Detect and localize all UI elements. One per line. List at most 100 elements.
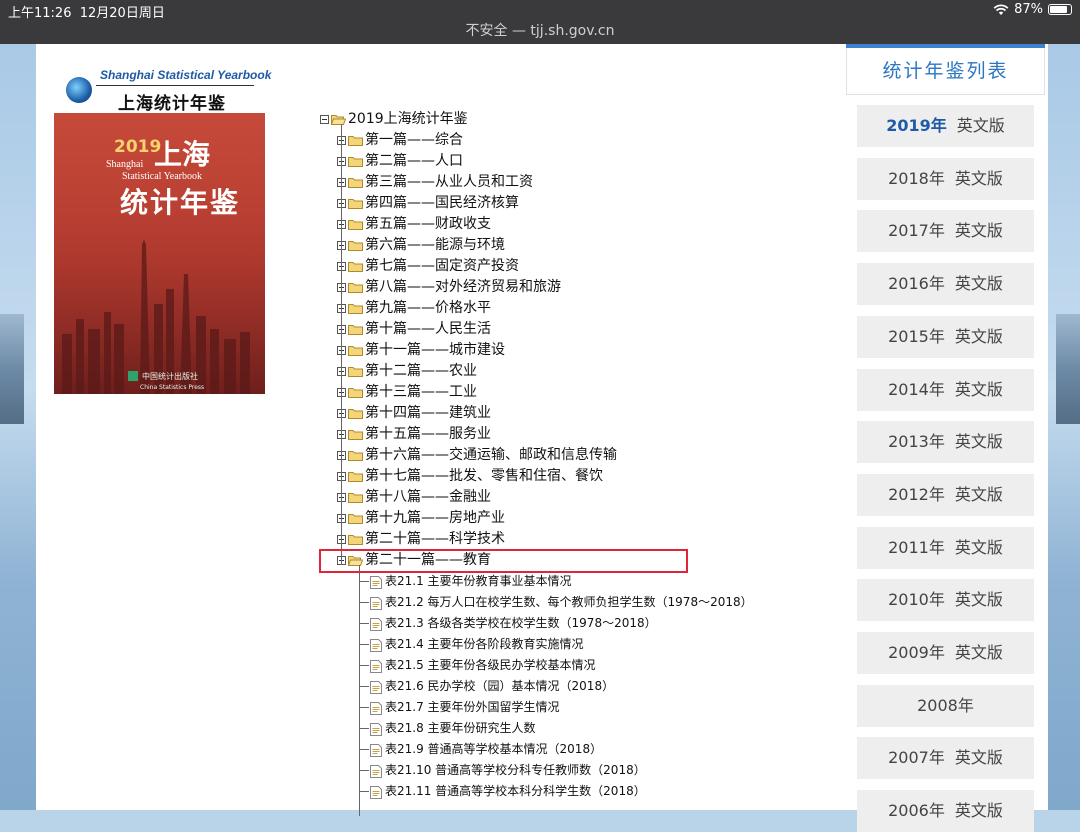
tree-table-item[interactable]: 表21.2 每万人口在校学生数、每个教师负担学生数（1978～2018） [370,592,753,613]
folder-closed-icon [348,156,363,167]
year-link[interactable]: 2011年 [888,538,945,557]
folder-closed-icon [348,513,363,524]
tree-item-label: 第六篇——能源与环境 [365,237,505,253]
year-item[interactable]: 2017年 英文版 [857,210,1034,253]
tree-item-label: 第十四篇——建筑业 [365,405,491,421]
year-link[interactable]: 2006年 [888,801,945,820]
year-item[interactable]: 2010年 英文版 [857,579,1034,622]
battery-percent: 87% [1014,2,1043,17]
tree-chapter[interactable]: 第一篇——综合 [337,130,463,151]
tree-chapter[interactable]: 第二十篇——科学技术 [337,529,505,550]
tree-item-label: 表21.9 普通高等学校基本情况（2018） [385,742,603,756]
tree-table-item[interactable]: 表21.6 民办学校（园）基本情况（2018） [370,676,614,697]
tree-item-label: 表21.4 主要年份各阶段教育实施情况 [385,637,584,651]
english-version-link[interactable]: 英文版 [955,485,1003,504]
tree-table-item[interactable]: 表21.11 普通高等学校本科分科学生数（2018） [370,781,646,802]
year-link[interactable]: 2008年 [917,696,974,715]
year-link[interactable]: 2014年 [888,380,945,399]
english-version-link[interactable]: 英文版 [957,116,1005,135]
document-icon [370,659,382,673]
tree-chapter[interactable]: 第十篇——人民生活 [337,319,491,340]
tree-chapter[interactable]: 第六篇——能源与环境 [337,235,505,256]
year-link[interactable]: 2013年 [888,432,945,451]
year-link[interactable]: 2012年 [888,485,945,504]
status-indicators: 87% [993,2,1072,17]
year-item[interactable]: 2011年 英文版 [857,526,1034,569]
cover-skyline-art [54,204,265,394]
tree-chapter[interactable]: 第七篇——固定资产投资 [337,256,519,277]
yearbook-cover-image[interactable]: 2019 上海 Shanghai Statistical Yearbook 统计… [54,113,265,394]
year-link[interactable]: 2009年 [888,643,945,662]
tree-chapter[interactable]: 第四篇——国民经济核算 [337,193,519,214]
english-version-link[interactable]: 英文版 [955,538,1003,557]
year-item[interactable]: 2006年 英文版 [857,790,1034,832]
year-link[interactable]: 2010年 [888,590,945,609]
document-icon [370,764,382,778]
tree-table-item[interactable]: 表21.7 主要年份外国留学生情况 [370,697,560,718]
year-item[interactable]: 2013年 英文版 [857,421,1034,464]
tree-root[interactable]: 2019上海统计年鉴 [320,109,468,130]
english-version-link[interactable]: 英文版 [955,590,1003,609]
collapse-toggle-icon[interactable] [320,115,329,124]
year-link[interactable]: 2019年 [886,116,947,135]
tree-chapter[interactable]: 第九篇——价格水平 [337,298,491,319]
tree-table-item[interactable]: 表21.3 各级各类学校在校学生数（1978～2018） [370,613,657,634]
english-version-link[interactable]: 英文版 [955,274,1003,293]
year-item[interactable]: 2016年 英文版 [857,263,1034,306]
year-link[interactable]: 2018年 [888,169,945,188]
tree-chapter[interactable]: 第三篇——从业人员和工资 [337,172,533,193]
tree-connector [341,124,342,565]
tree-table-item[interactable]: 表21.1 主要年份教育事业基本情况 [370,571,572,592]
english-version-link[interactable]: 英文版 [955,169,1003,188]
tree-chapter[interactable]: 第十三篇——工业 [337,382,477,403]
tree-item-label: 第二篇——人口 [365,153,463,169]
year-item[interactable]: 2007年 英文版 [857,737,1034,780]
folder-closed-icon [348,450,363,461]
tree-chapter[interactable]: 第五篇——财政收支 [337,214,491,235]
tree-table-item[interactable]: 表21.4 主要年份各阶段教育实施情况 [370,634,584,655]
year-item[interactable]: 2018年 英文版 [857,157,1034,200]
year-item[interactable]: 2019年 英文版 [857,105,1034,147]
tree-chapter[interactable]: 第十一篇——城市建设 [337,340,505,361]
tree-chapter[interactable]: 第二篇——人口 [337,151,463,172]
tree-chapter[interactable]: 第十九篇——房地产业 [337,508,505,529]
tree-table-item[interactable]: 表21.8 主要年份研究生人数 [370,718,536,739]
year-link[interactable]: 2017年 [888,221,945,240]
battery-icon [1048,4,1072,15]
english-version-link[interactable]: 英文版 [955,327,1003,346]
english-version-link[interactable]: 英文版 [955,432,1003,451]
year-item[interactable]: 2014年 英文版 [857,368,1034,411]
url-bar[interactable]: 不安全 — tjj.sh.gov.cn [0,20,1080,40]
tree-chapter[interactable]: 第十七篇——批发、零售和住宿、餐饮 [337,466,603,487]
tree-item-label: 表21.8 主要年份研究生人数 [385,721,536,735]
year-item[interactable]: 2012年 英文版 [857,473,1034,516]
tree-table-item[interactable]: 表21.5 主要年份各级民办学校基本情况 [370,655,596,676]
tree-chapter[interactable]: 第八篇——对外经济贸易和旅游 [337,277,561,298]
english-version-link[interactable]: 英文版 [955,643,1003,662]
year-item[interactable]: 2015年 英文版 [857,315,1034,358]
tree-chapter[interactable]: 第十四篇——建筑业 [337,403,491,424]
english-version-link[interactable]: 英文版 [955,801,1003,820]
year-item[interactable]: 2008年 [857,684,1034,727]
tree-chapter[interactable]: 第十六篇——交通运输、邮政和信息传输 [337,445,617,466]
brand-english-title: Shanghai Statistical Yearbook [100,68,272,82]
folder-closed-icon [348,366,363,377]
tree-item-label: 第十三篇——工业 [365,384,477,400]
english-version-link[interactable]: 英文版 [955,221,1003,240]
tree-chapter[interactable]: 第十二篇——农业 [337,361,477,382]
year-link[interactable]: 2016年 [888,274,945,293]
year-link[interactable]: 2015年 [888,327,945,346]
tree-chapter[interactable]: 第十五篇——服务业 [337,424,491,445]
wifi-icon [993,4,1009,15]
tree-table-item[interactable]: 表21.9 普通高等学校基本情况（2018） [370,739,602,760]
english-version-link[interactable]: 英文版 [955,380,1003,399]
english-version-link[interactable]: 英文版 [955,748,1003,767]
tree-chapter[interactable]: 第十八篇——金融业 [337,487,491,508]
tree-table-item[interactable]: 表21.10 普通高等学校分科专任教师数（2018） [370,760,646,781]
tree-item-label: 第十八篇——金融业 [365,489,491,505]
tree-connector [359,644,369,645]
yearbook-list-panel: 统计年鉴列表 2019年 英文版 2018年 英文版 2017年 英文版 2016年 英文版 2… [846,44,1045,832]
year-item[interactable]: 2009年 英文版 [857,632,1034,674]
year-link[interactable]: 2007年 [888,748,945,767]
tree-item-label: 第四篇——国民经济核算 [365,195,519,211]
